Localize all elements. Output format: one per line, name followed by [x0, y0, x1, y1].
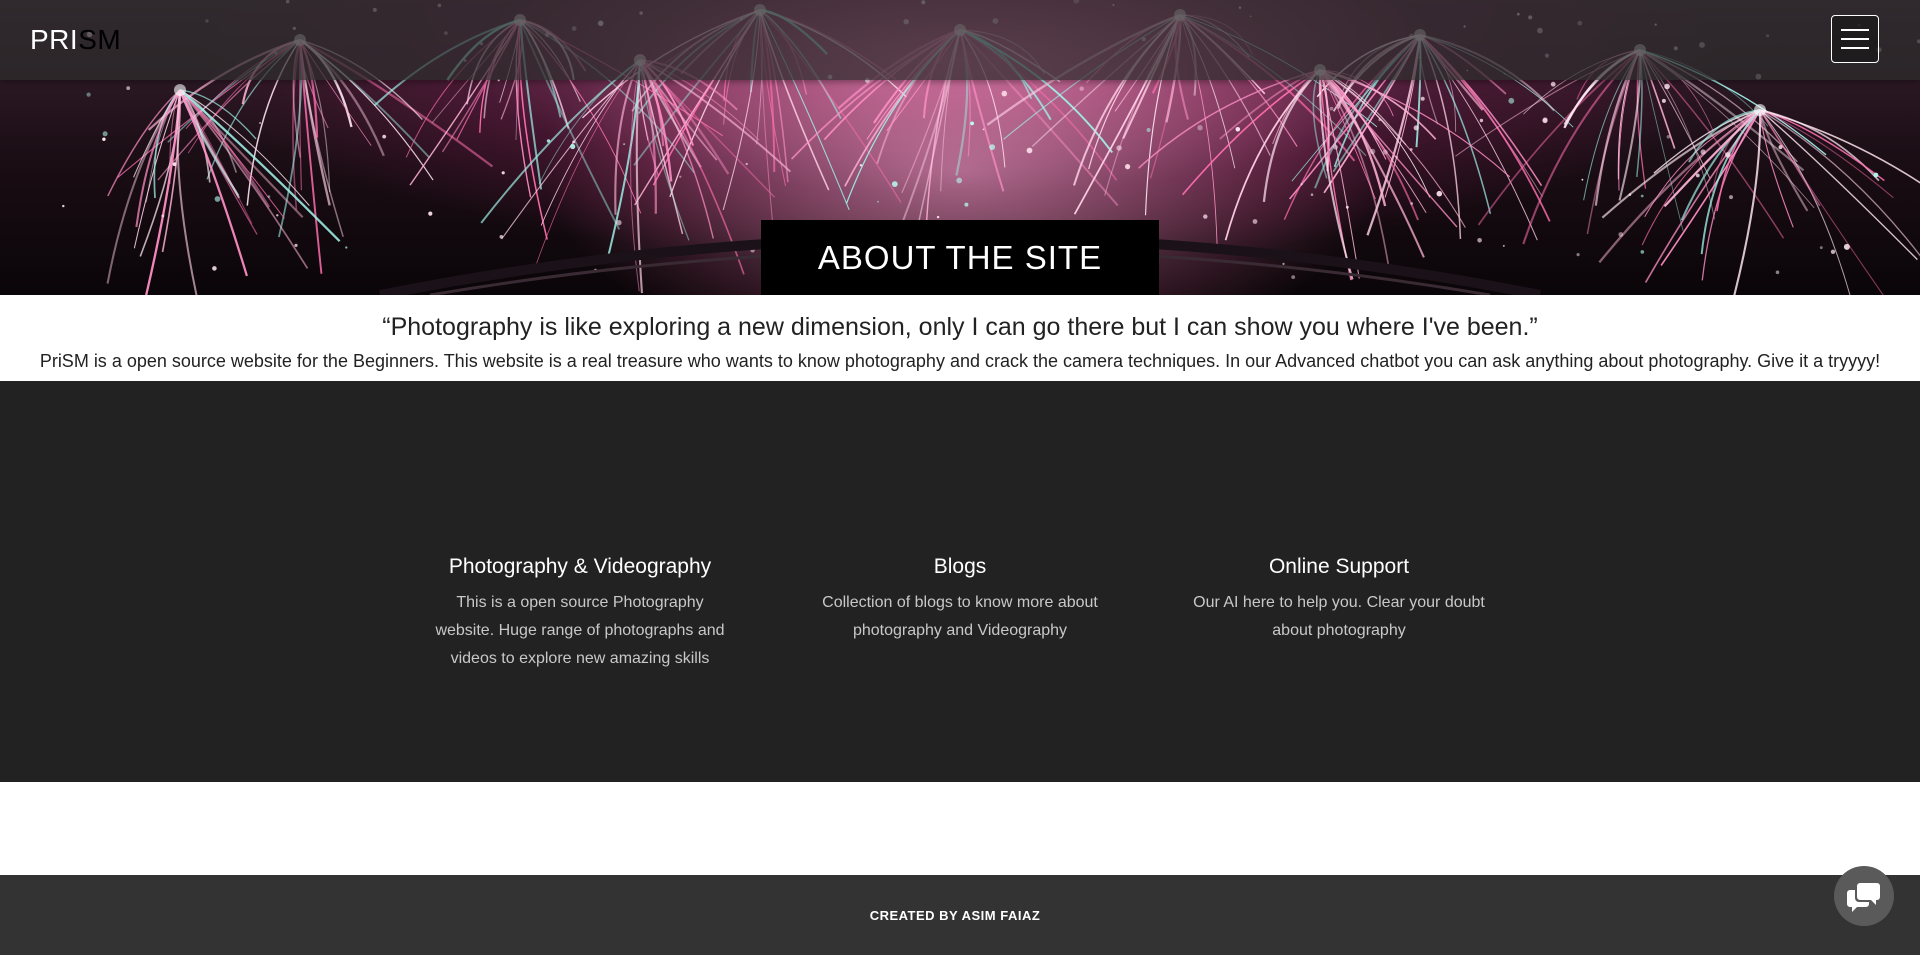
- feature-online-support: Online Support Our AI here to help you. …: [1189, 553, 1489, 645]
- photography-quote: “Photography is like exploring a new dim…: [382, 313, 1538, 341]
- logo-text-dark: SM: [78, 24, 122, 55]
- hamburger-menu-icon[interactable]: [1831, 15, 1879, 63]
- feature-text: Our AI here to help you. Clear your doub…: [1193, 594, 1485, 639]
- footer-credit: CREATED BY ASIM FAIAZ: [869, 908, 1041, 923]
- feature-photography: Photography & Videography This is a open…: [429, 553, 731, 673]
- footer: CREATED BY ASIM FAIAZ: [0, 875, 1920, 955]
- chatbot-button[interactable]: [1834, 866, 1894, 926]
- logo-text-light: PRI: [30, 24, 79, 55]
- site-logo[interactable]: PRISM: [30, 22, 121, 58]
- feature-title: Online Support: [1268, 555, 1410, 578]
- feature-title: Blogs: [933, 555, 987, 578]
- hero-banner: PRISM ABOUT THE SITE: [0, 0, 1920, 295]
- chat-bubbles-icon: [1847, 883, 1880, 912]
- feature-text: Collection of blogs to know more about p…: [822, 594, 1098, 639]
- feature-text: This is a open source Photography websit…: [435, 594, 725, 667]
- features-section: Photography & Videography This is a open…: [0, 381, 1920, 782]
- top-navbar: PRISM: [0, 0, 1920, 80]
- page-title: ABOUT THE SITE: [761, 220, 1159, 295]
- feature-blogs: Blogs Collection of blogs to know more a…: [810, 553, 1110, 645]
- site-description: PriSM is a open source website for the B…: [39, 351, 1881, 371]
- feature-title: Photography & Videography: [448, 555, 712, 578]
